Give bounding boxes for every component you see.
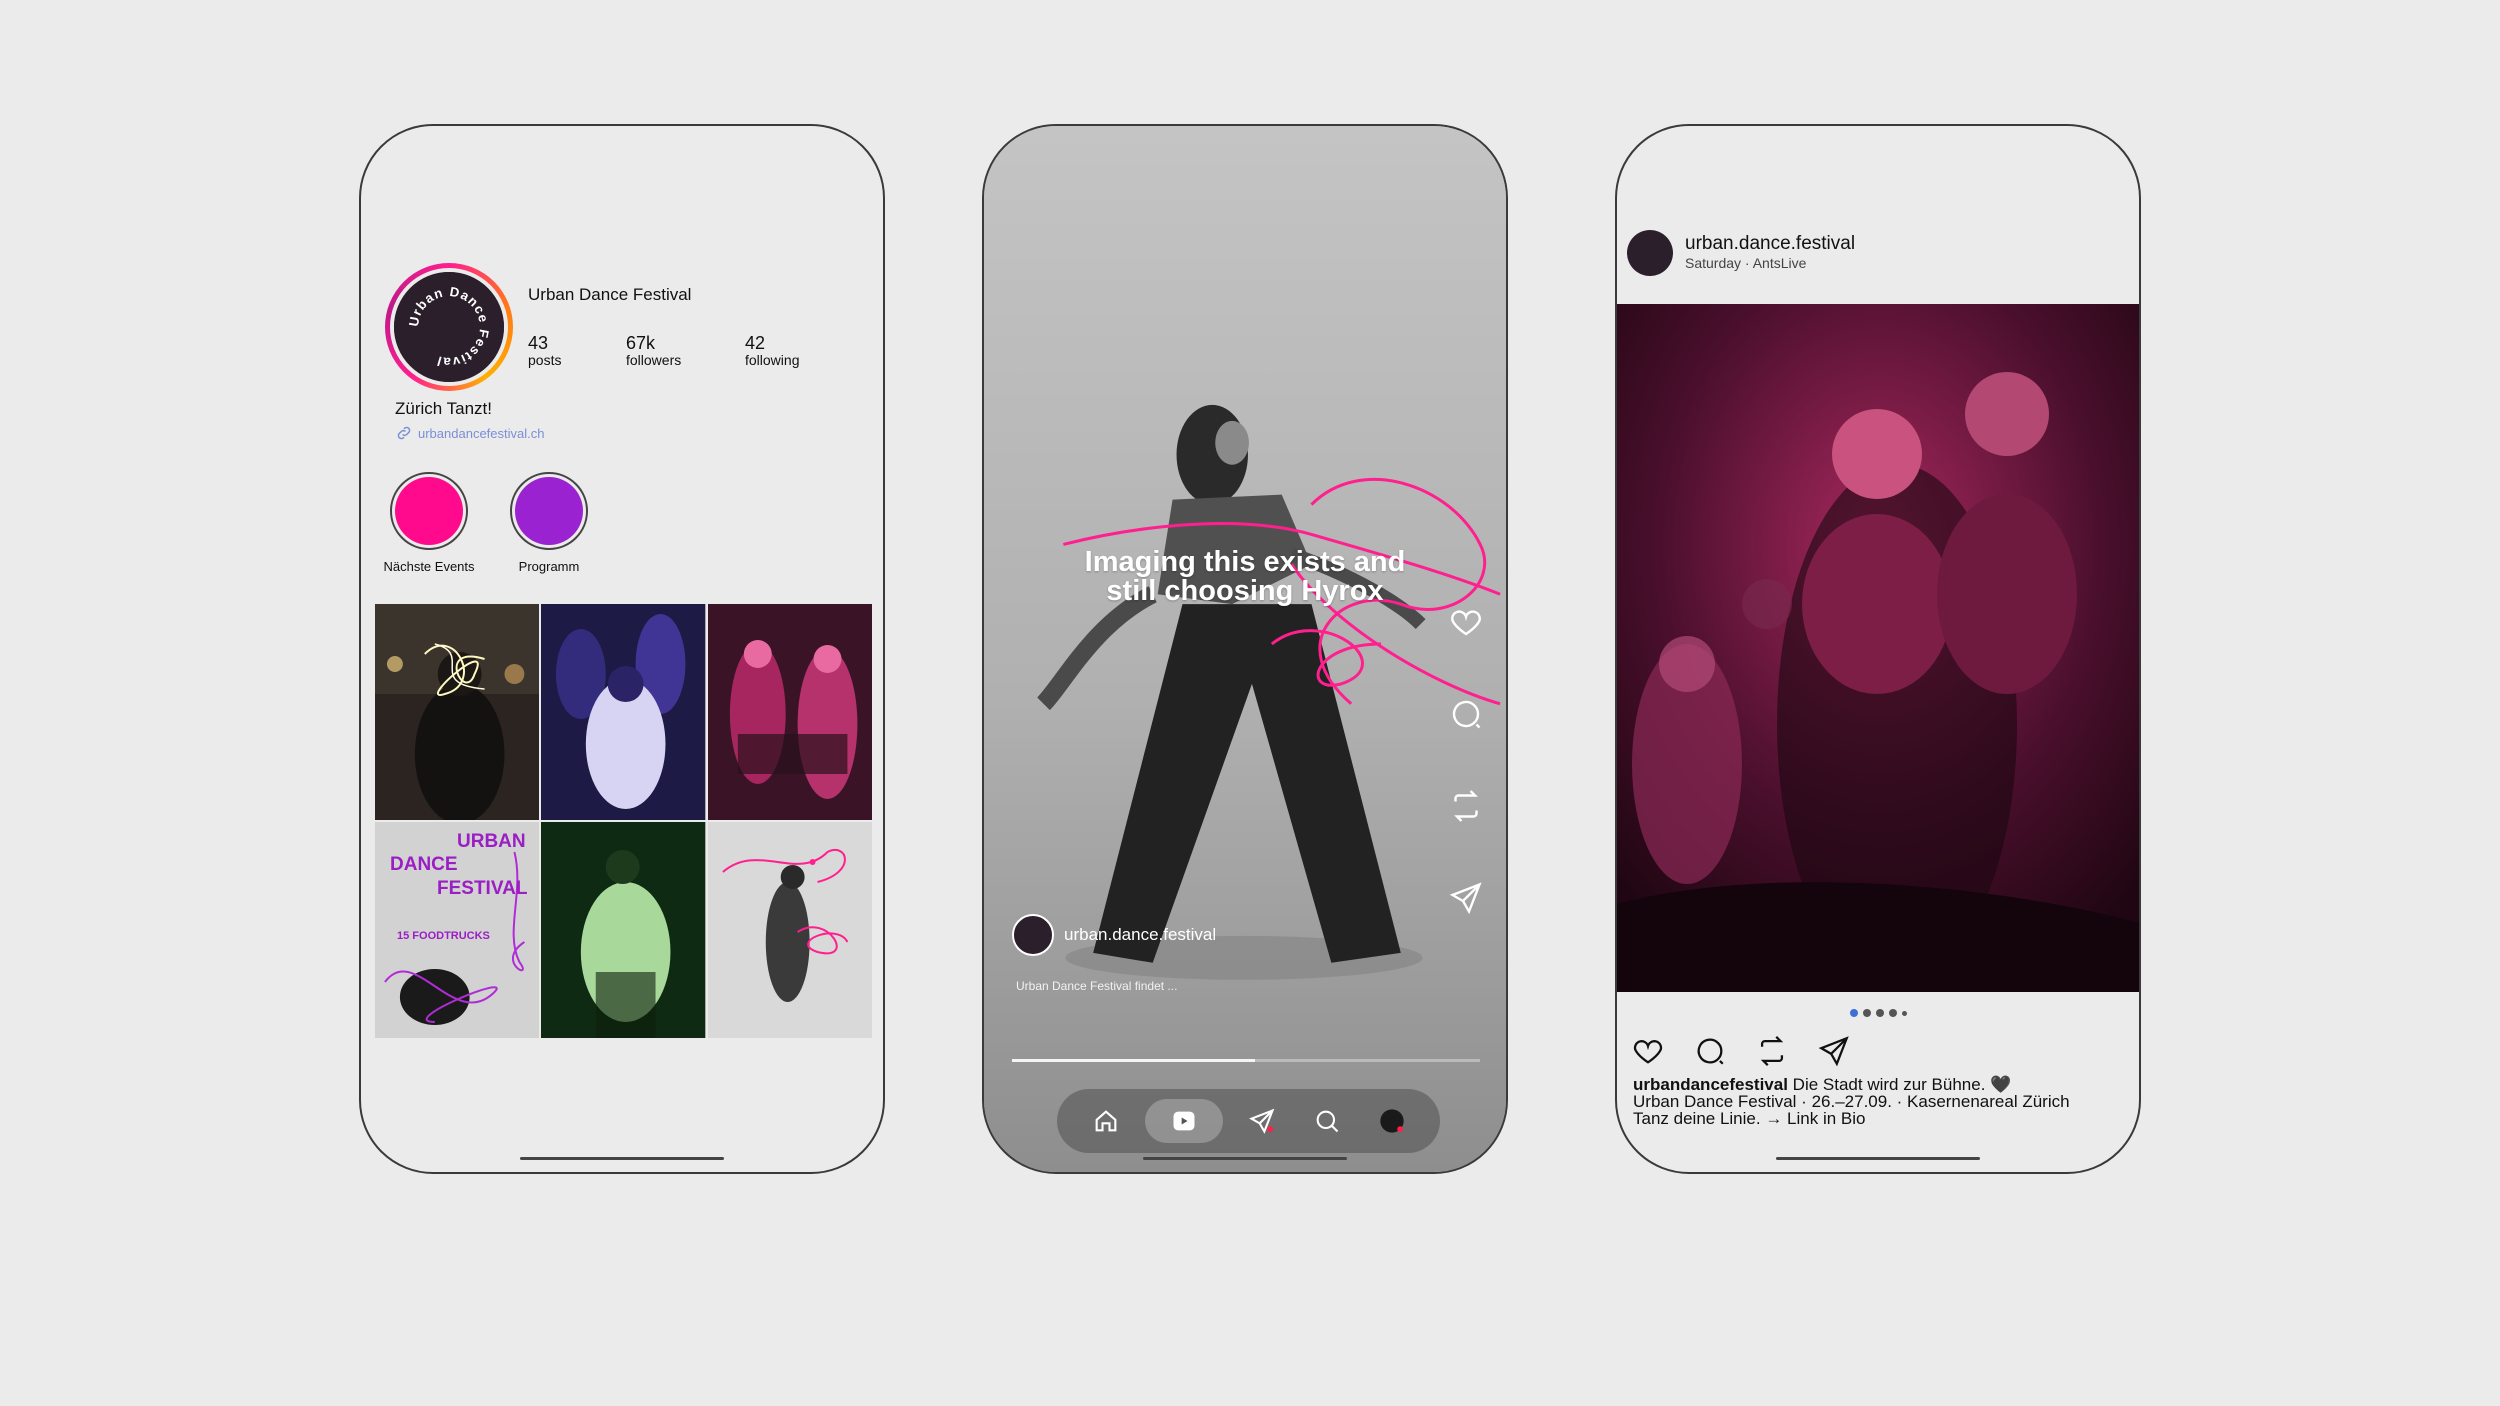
profile-name: Urban Dance Festival: [528, 285, 692, 304]
stat-followers-label: followers: [626, 352, 682, 368]
reel-caption-line-2: still choosing Hyrox: [1106, 575, 1384, 607]
comment-icon[interactable]: [1693, 1034, 1727, 1068]
highlight-next-events-cover: [395, 477, 463, 545]
reel-description[interactable]: Urban Dance Festival findet ...: [1016, 979, 1177, 993]
send-icon[interactable]: [1817, 1034, 1851, 1068]
home-indicator: [520, 1157, 724, 1160]
grid-post-3[interactable]: [707, 604, 872, 820]
post-caption: urbandancefestival Die Stadt wird zur Bü…: [1633, 1076, 2070, 1127]
carousel-dot[interactable]: [1862, 1009, 1871, 1017]
poster-foodtrucks: 15 FOODTRUCKS: [397, 930, 490, 942]
reel-progress-fill: [1012, 1059, 1256, 1062]
reel-author-avatar[interactable]: [1012, 914, 1054, 956]
post-author-avatar[interactable]: [1627, 230, 1673, 276]
poster-line-dance: DANCE: [390, 854, 458, 875]
post-author-name[interactable]: urban.dance.festival: [1685, 233, 1855, 255]
carousel-dot[interactable]: [1901, 1011, 1907, 1016]
stat-followers[interactable]: 67k followers: [626, 334, 681, 367]
highlight-programm-label: Programm: [518, 559, 580, 574]
post-actions: [1631, 1034, 1851, 1068]
phone-profile: Urban Dance Festival Urban Dance Festiva…: [359, 124, 885, 1174]
post-grid: URBAN DANCE FESTIVAL 15 FOODTRUCKS: [375, 604, 872, 1038]
search-icon: [1316, 1110, 1338, 1133]
phone-post: urban.dance.festival Saturday · AntsLive: [1615, 124, 2141, 1174]
phone-reel: Imaging this exists and still choosing H…: [982, 124, 1508, 1174]
reels-icon: [1173, 1111, 1194, 1131]
bottom-nav: [1057, 1089, 1440, 1153]
repost-icon[interactable]: [1755, 1034, 1789, 1068]
reel-caption-line-1: Imaging this exists and: [1084, 546, 1406, 578]
reel-progress-bar[interactable]: [1012, 1059, 1480, 1062]
stat-followers-number: 67k: [626, 333, 656, 353]
profile-icon: [1379, 1109, 1404, 1133]
nav-search[interactable]: [1301, 1099, 1353, 1143]
stat-posts[interactable]: 43 posts: [528, 334, 561, 367]
reel-actions: [1448, 604, 1484, 972]
link-icon: [397, 426, 411, 440]
bio-link[interactable]: urbandancefestival.ch: [395, 424, 544, 442]
highlight-programm[interactable]: Programm: [499, 472, 599, 574]
comment-icon[interactable]: [1448, 696, 1484, 732]
heart-icon[interactable]: [1631, 1034, 1665, 1068]
grid-post-1[interactable]: [375, 604, 540, 820]
carousel-dots[interactable]: [1617, 1009, 2139, 1017]
highlight-programm-cover: [515, 477, 583, 545]
grid-post-6[interactable]: [707, 822, 872, 1038]
highlight-next-events-label: Nächste Events: [383, 559, 475, 574]
profile-avatar[interactable]: Urban Dance Festival: [385, 263, 513, 391]
stat-following-label: following: [745, 352, 800, 368]
caption-line-2: Urban Dance Festival · 26.–27.09. · Kase…: [1633, 1092, 2070, 1111]
nav-explore[interactable]: [1236, 1099, 1288, 1143]
post-image[interactable]: [1617, 304, 2139, 992]
stat-following[interactable]: 42 following: [745, 334, 799, 367]
send-icon[interactable]: [1448, 880, 1484, 916]
bio-title: Zürich Tanzt!: [395, 399, 493, 418]
reel-author[interactable]: urban.dance.festival: [1012, 914, 1216, 956]
post-subtitle[interactable]: Saturday · AntsLive: [1685, 255, 1855, 272]
carousel-dot[interactable]: [1875, 1009, 1884, 1017]
grid-post-5[interactable]: [541, 822, 706, 1038]
grid-post-2[interactable]: [541, 604, 706, 820]
carousel-dot[interactable]: [1888, 1009, 1897, 1017]
home-indicator: [1776, 1157, 1980, 1160]
grid-post-4[interactable]: URBAN DANCE FESTIVAL 15 FOODTRUCKS: [375, 822, 540, 1038]
repost-icon[interactable]: [1448, 788, 1484, 824]
caption-line-3: Tanz deine Linie. → Link in Bio: [1633, 1109, 1866, 1128]
reel-author-name[interactable]: urban.dance.festival: [1064, 925, 1216, 945]
explore-icon: [1248, 1108, 1274, 1134]
post-header: urban.dance.festival Saturday · AntsLive: [1627, 230, 1855, 276]
stat-following-number: 42: [745, 333, 766, 353]
poster-line-urban: URBAN: [457, 831, 526, 852]
heart-icon[interactable]: [1448, 604, 1484, 640]
reel-caption: Imaging this exists and still choosing H…: [984, 548, 1506, 606]
nav-profile[interactable]: [1366, 1099, 1418, 1143]
stat-posts-label: posts: [528, 352, 562, 368]
carousel-dot[interactable]: [1849, 1009, 1858, 1017]
bio-link-text: urbandancefestival.ch: [418, 425, 545, 441]
home-indicator: [1143, 1157, 1347, 1160]
nav-home[interactable]: [1080, 1099, 1132, 1143]
home-icon: [1095, 1110, 1116, 1132]
reel-video[interactable]: [984, 126, 1506, 1172]
nav-reels[interactable]: [1144, 1099, 1223, 1143]
highlight-next-events[interactable]: Nächste Events: [379, 472, 479, 574]
stat-posts-number: 43: [528, 333, 549, 353]
poster-line-festival: FESTIVAL: [437, 878, 528, 899]
